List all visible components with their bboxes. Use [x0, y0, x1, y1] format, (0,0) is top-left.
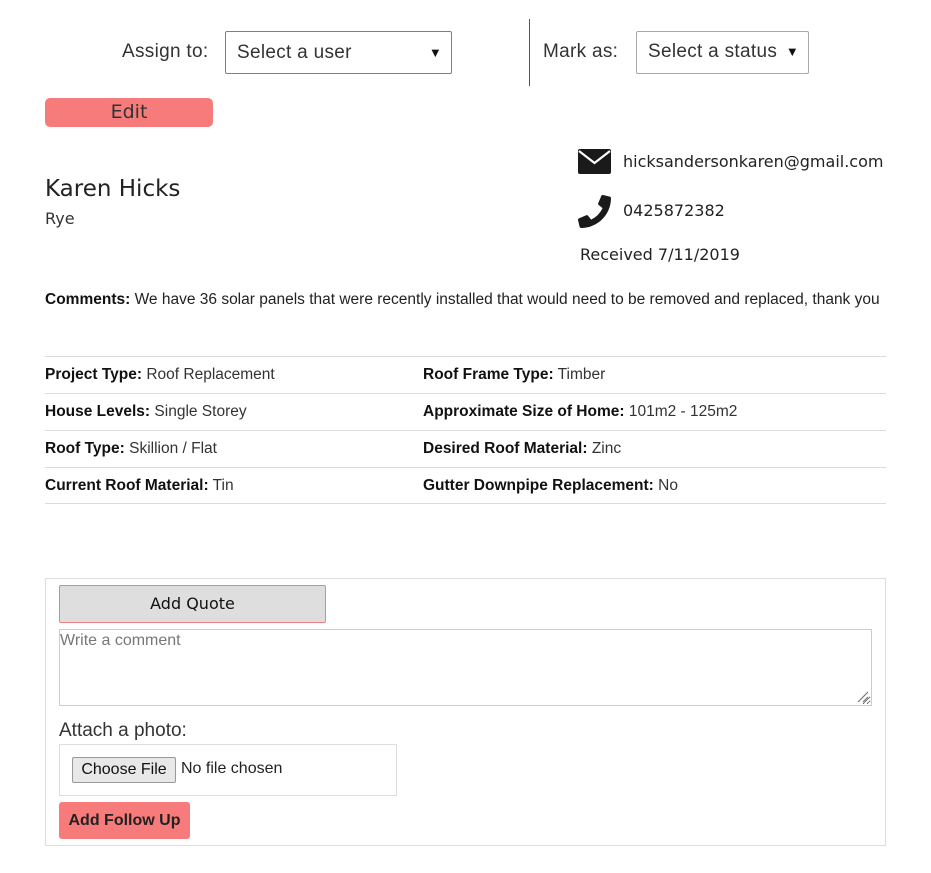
caret-down-icon: ▼	[785, 44, 799, 59]
assign-label: Assign to:	[122, 41, 209, 62]
detail-current-roof-material: Current Roof Material: Tin	[45, 477, 234, 494]
status-label: Mark as:	[543, 41, 619, 62]
comments: Comments: We have 36 solar panels that w…	[45, 289, 887, 311]
detail-row: Roof Type: Skillion / Flat Desired Roof …	[45, 430, 886, 467]
details-table: Project Type: Roof Replacement Roof Fram…	[45, 356, 886, 504]
detail-row: Project Type: Roof Replacement Roof Fram…	[45, 356, 886, 393]
detail-project-type: Project Type: Roof Replacement	[45, 366, 275, 383]
customer-suburb: Rye	[45, 209, 75, 228]
attach-photo-label: Attach a photo:	[59, 720, 187, 741]
comments-text: We have 36 solar panels that were recent…	[130, 291, 880, 308]
detail-gutter-replacement: Gutter Downpipe Replacement: No	[423, 477, 678, 494]
assign-user-select[interactable]: Select a user ▼	[225, 31, 452, 74]
add-quote-button[interactable]: Add Quote	[59, 585, 326, 623]
received-date: Received 7/11/2019	[580, 245, 740, 264]
detail-row: Current Roof Material: Tin Gutter Downpi…	[45, 467, 886, 504]
comments-label: Comments:	[45, 291, 131, 308]
resize-grip-icon[interactable]	[857, 691, 869, 703]
detail-home-size: Approximate Size of Home: 101m2 - 125m2	[423, 403, 738, 420]
customer-email[interactable]: hicksandersonkaren@gmail.com	[623, 152, 883, 171]
status-select[interactable]: Select a status ▼	[636, 31, 809, 74]
detail-row: House Levels: Single Storey Approximate …	[45, 393, 886, 430]
edit-button[interactable]: Edit	[45, 98, 213, 127]
detail-desired-roof-material: Desired Roof Material: Zinc	[423, 440, 622, 457]
choose-file-button[interactable]: Choose File	[72, 757, 176, 783]
customer-phone[interactable]: 0425872382	[623, 201, 725, 220]
add-follow-up-button[interactable]: Add Follow Up	[59, 802, 190, 839]
file-status-text: No file chosen	[181, 760, 283, 777]
status-selected: Select a status	[648, 41, 778, 62]
phone-icon	[578, 195, 611, 228]
assign-user-selected: Select a user	[237, 42, 352, 63]
toolbar-divider	[529, 19, 530, 86]
comment-input[interactable]	[59, 629, 872, 706]
caret-down-icon: ▼	[428, 45, 442, 60]
detail-roof-type: Roof Type: Skillion / Flat	[45, 440, 217, 457]
detail-roof-frame-type: Roof Frame Type: Timber	[423, 366, 606, 383]
customer-name: Karen Hicks	[45, 176, 181, 202]
detail-house-levels: House Levels: Single Storey	[45, 403, 247, 420]
envelope-icon	[578, 149, 611, 174]
